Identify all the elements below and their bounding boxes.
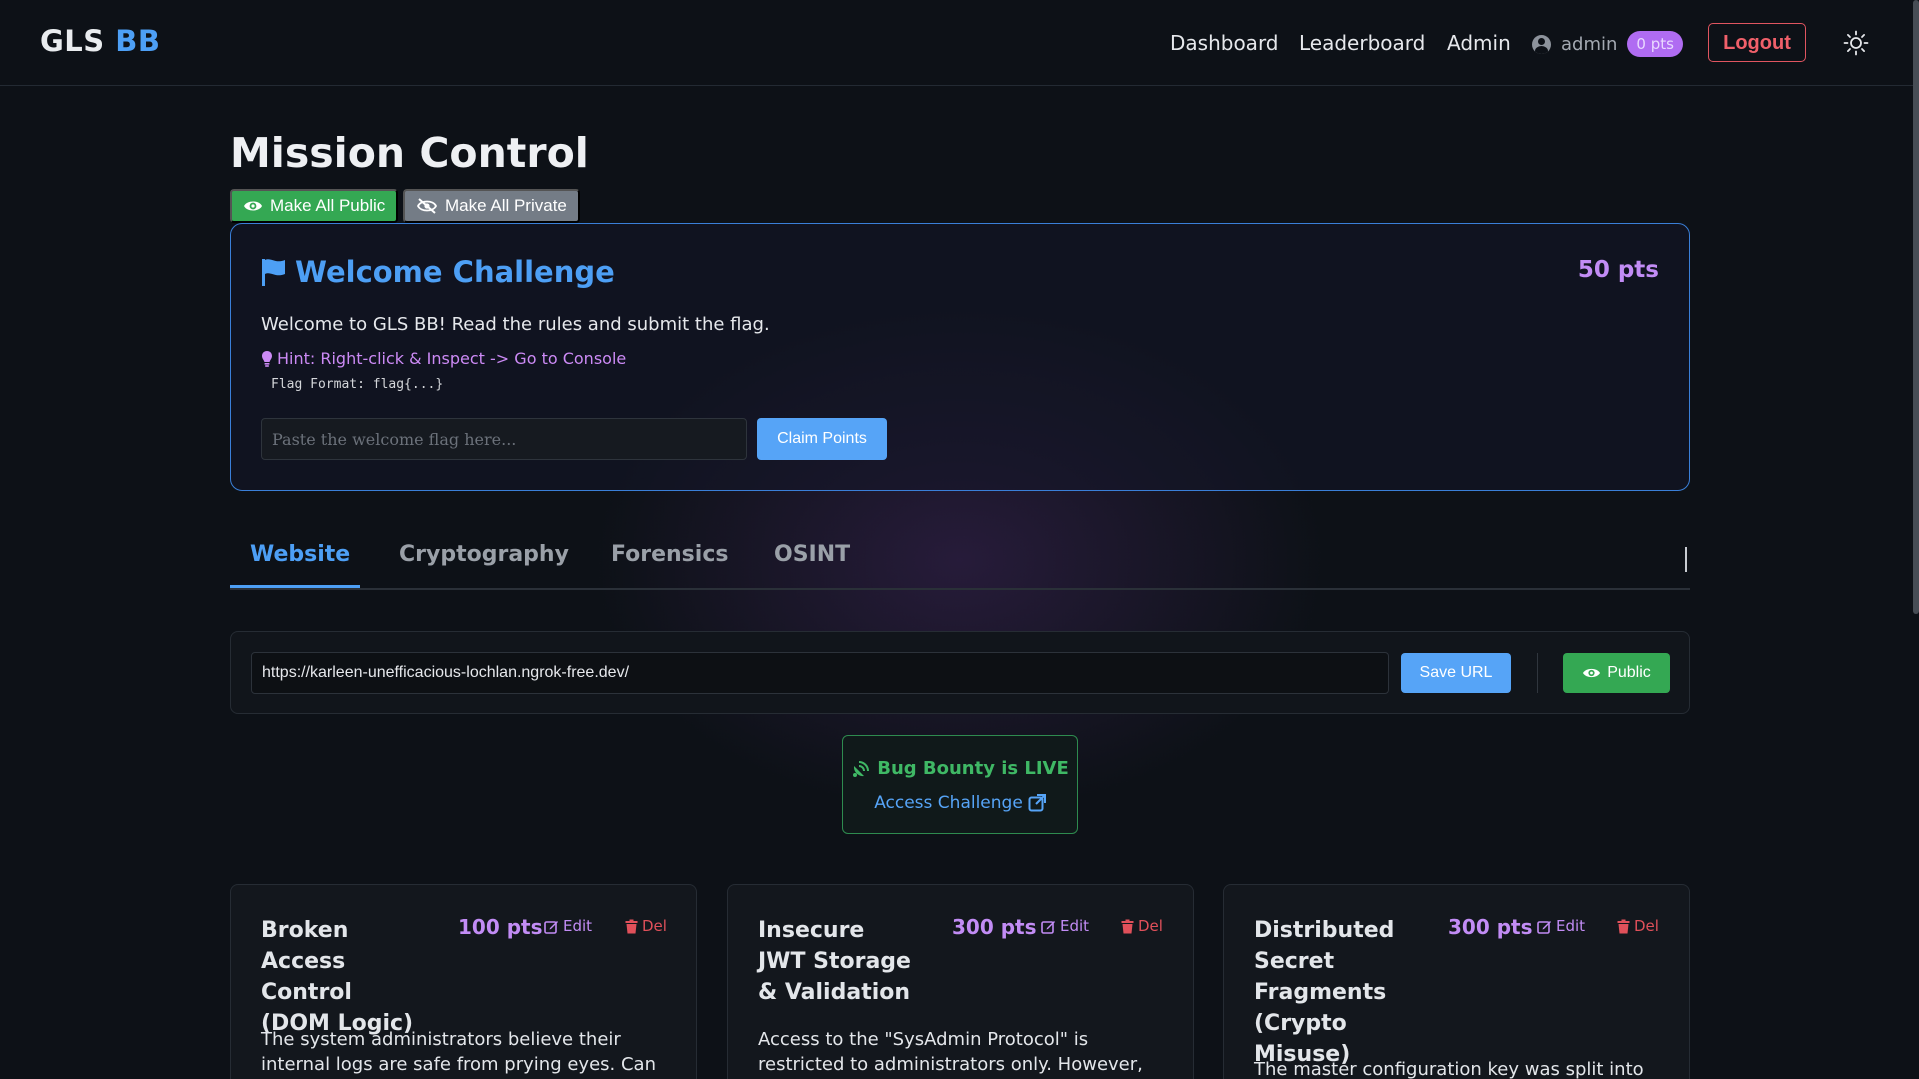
sun-icon[interactable] <box>1843 30 1869 56</box>
edit-challenge-button[interactable]: Edit <box>1537 917 1585 935</box>
challenge-description: The system administrators believe their … <box>261 1029 656 1075</box>
welcome-hint-text: Hint: Right-click & Inspect -> Go to Con… <box>277 349 627 368</box>
flag-format: Flag Format: flag{...} <box>271 377 444 392</box>
edit-label: Edit <box>1556 917 1586 935</box>
logout-button[interactable]: Logout <box>1708 23 1806 62</box>
edit-label: Edit <box>1060 917 1090 935</box>
brand-part-1: GLS <box>40 24 105 58</box>
tab-divider <box>1685 547 1687 572</box>
eye-icon <box>244 201 262 211</box>
welcome-hint: Hint: Right-click & Inspect -> Go to Con… <box>261 349 626 368</box>
url-divider <box>1537 653 1538 693</box>
user-info: admin 0 pts <box>1532 30 1683 58</box>
eye-slash-icon <box>416 198 438 214</box>
tab-osint[interactable]: OSINT <box>774 542 850 567</box>
live-status: Bug Bounty is LIVE <box>843 758 1077 779</box>
external-link-icon <box>1028 794 1046 812</box>
trash-icon <box>1617 919 1630 933</box>
tab-forensics[interactable]: Forensics <box>611 542 728 567</box>
user-name: admin <box>1561 33 1618 55</box>
access-challenge-link[interactable]: Access Challenge <box>843 793 1077 813</box>
bug-bounty-live-box: Bug Bounty is LIVE Access Challenge <box>842 735 1078 834</box>
save-url-button[interactable]: Save URL <box>1401 653 1511 693</box>
challenge-points: 100 pts <box>458 915 543 939</box>
edit-icon <box>1041 920 1055 934</box>
edit-icon <box>1537 920 1551 934</box>
visibility-toggle-button[interactable]: Public <box>1563 653 1670 693</box>
challenge-url-card: Save URL Public <box>230 631 1690 714</box>
page-title: Mission Control <box>230 129 589 177</box>
brand-part-2: BB <box>115 24 161 58</box>
challenge-card: Distributed Secret Fragments (Crypto Mis… <box>1223 884 1690 1079</box>
delete-label: Del <box>1634 917 1659 935</box>
brand-logo[interactable]: GLS BB <box>40 24 161 58</box>
make-all-private-label: Make All Private <box>445 196 567 215</box>
delete-challenge-button[interactable]: Del <box>1617 917 1659 935</box>
welcome-challenge-card: Welcome Challenge 50 pts Welcome to GLS … <box>230 223 1690 491</box>
user-circle-icon <box>1532 34 1551 54</box>
welcome-description: Welcome to GLS BB! Read the rules and su… <box>261 314 770 335</box>
nav-admin[interactable]: Admin <box>1447 31 1511 55</box>
make-all-public-button[interactable]: Make All Public <box>230 189 399 223</box>
challenge-description: The master configuration key was split i… <box>1254 1059 1644 1079</box>
access-challenge-label: Access Challenge <box>874 793 1023 813</box>
make-all-public-label: Make All Public <box>270 196 386 215</box>
delete-label: Del <box>642 917 667 935</box>
welcome-points: 50 pts <box>1577 257 1659 283</box>
edit-label: Edit <box>563 917 593 935</box>
challenge-card: Insecure JWT Storage & Validation 300 pt… <box>727 884 1194 1079</box>
edit-challenge-button[interactable]: Edit <box>544 917 592 935</box>
claim-points-button[interactable]: Claim Points <box>757 418 887 460</box>
edit-icon <box>544 920 558 934</box>
trash-icon <box>625 919 638 933</box>
nav-dashboard[interactable]: Dashboard <box>1170 31 1279 55</box>
challenge-title: Insecure JWT Storage & Validation <box>758 918 911 1005</box>
delete-label: Del <box>1138 917 1163 935</box>
challenge-title: Broken Access Control (DOM Logic) <box>261 918 414 1036</box>
eye-icon <box>1583 668 1601 678</box>
delete-challenge-button[interactable]: Del <box>625 917 667 935</box>
challenge-points: 300 pts <box>1448 915 1533 939</box>
challenge-title: Distributed Secret Fragments (Crypto Mis… <box>1254 918 1395 1067</box>
lightbulb-icon <box>262 350 272 367</box>
welcome-flag-input[interactable] <box>261 418 747 460</box>
live-status-text: Bug Bounty is LIVE <box>877 758 1069 779</box>
welcome-title-text: Welcome Challenge <box>295 255 615 289</box>
flag-icon <box>262 259 285 286</box>
challenge-description: Access to the "SysAdmin Protocol" is res… <box>758 1029 1143 1075</box>
delete-challenge-button[interactable]: Del <box>1121 917 1163 935</box>
make-all-private-button[interactable]: Make All Private <box>403 189 580 223</box>
category-tabs: Website Cryptography Forensics OSINT <box>230 530 1690 590</box>
challenge-card: Broken Access Control (DOM Logic) 100 pt… <box>230 884 697 1079</box>
tab-website[interactable]: Website <box>250 542 350 567</box>
challenge-url-input[interactable] <box>251 652 1389 694</box>
page-scrollbar[interactable] <box>1913 0 1919 614</box>
active-tab-indicator <box>230 585 360 588</box>
edit-challenge-button[interactable]: Edit <box>1041 917 1089 935</box>
challenge-points: 300 pts <box>952 915 1037 939</box>
tab-cryptography[interactable]: Cryptography <box>399 542 569 567</box>
nav-leaderboard[interactable]: Leaderboard <box>1299 31 1425 55</box>
trash-icon <box>1121 919 1134 933</box>
satellite-dish-icon <box>853 760 870 777</box>
user-points-badge: 0 pts <box>1627 31 1683 57</box>
welcome-title: Welcome Challenge <box>261 255 615 289</box>
navbar: GLS BB Dashboard Leaderboard Admin admin… <box>0 0 1913 86</box>
visibility-label: Public <box>1607 664 1651 681</box>
